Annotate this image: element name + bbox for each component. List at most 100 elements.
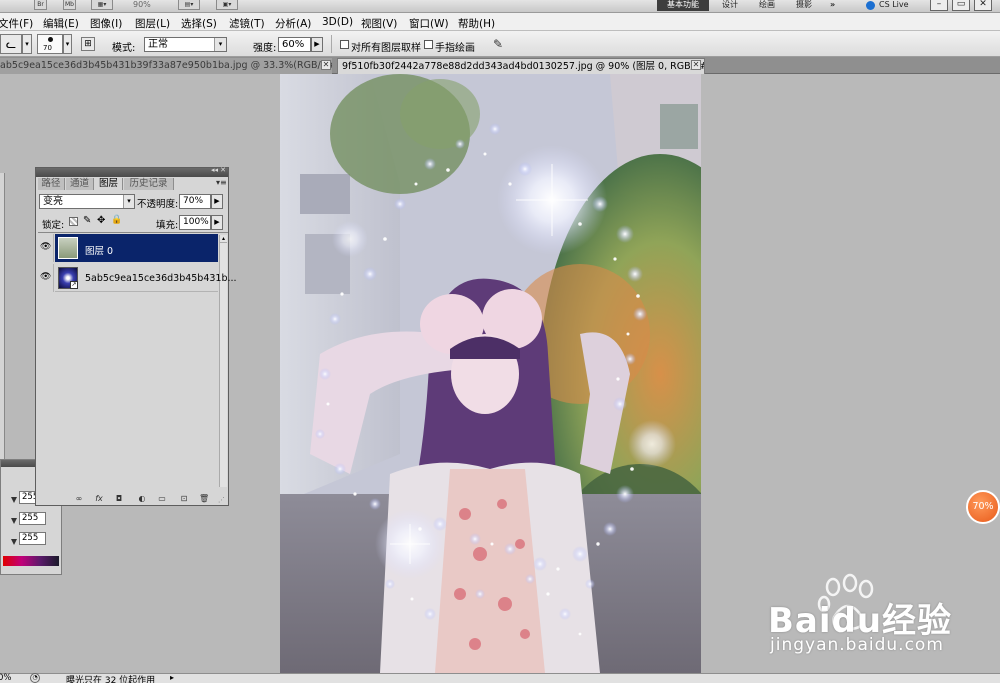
color-ramp[interactable]: [3, 556, 59, 566]
blend-mode-chevron-down-icon[interactable]: ▾: [123, 195, 134, 208]
delete-layer-trash-icon[interactable]: 🗑: [199, 494, 209, 503]
green-value-field[interactable]: 255: [19, 512, 46, 525]
smudge-tool-icon[interactable]: ᓚ: [0, 34, 22, 54]
close-panel-icon[interactable]: ✕: [220, 166, 226, 174]
status-message: 曝光只在 32 位起作用: [66, 676, 156, 683]
fill-slider-arrow-icon[interactable]: ▶: [211, 215, 223, 230]
more-workspaces-chevron-icon[interactable]: »: [830, 0, 835, 10]
layer-style-fx-icon[interactable]: fx: [94, 494, 104, 503]
brush-chevron-down-icon[interactable]: ▾: [63, 34, 72, 54]
bridge-icon[interactable]: Br: [34, 0, 47, 10]
lock-all-icon[interactable]: 🔒: [111, 215, 122, 225]
fill-field[interactable]: 100%: [179, 215, 211, 230]
eye-icon: 👁: [40, 272, 52, 282]
new-group-folder-icon[interactable]: ▭: [157, 494, 167, 503]
status-arrow-icon[interactable]: ▸: [170, 673, 174, 682]
layer-1-name[interactable]: 图层 0: [85, 243, 113, 257]
strength-slider-arrow-icon[interactable]: ▶: [311, 37, 323, 52]
tab-layers[interactable]: 图层: [95, 178, 123, 190]
workspace-painting[interactable]: 绘画: [759, 0, 775, 10]
lock-transparency-icon[interactable]: [69, 217, 78, 226]
blue-slider-handle[interactable]: [11, 539, 17, 545]
menu-file[interactable]: 文件(F): [0, 16, 33, 31]
tool-preset-chevron-down-icon[interactable]: ▾: [22, 34, 32, 54]
tool-options-bar: ᓚ ▾ 70 ▾ ⊞ 模式: 正常 ▾ 强度: 60% ▶ 对所有图层取样 手指…: [0, 31, 1000, 57]
pressure-pen-icon[interactable]: ✎: [493, 37, 508, 52]
menu-help[interactable]: 帮助(H): [458, 16, 495, 31]
layer-1-visibility[interactable]: 👁: [38, 234, 54, 262]
tab-channels[interactable]: 通道: [66, 178, 94, 190]
minimize-icon[interactable]: –: [930, 0, 948, 11]
menu-filter[interactable]: 滤镜(T): [229, 16, 265, 31]
arrange-documents-icon[interactable]: ▤▾: [178, 0, 200, 10]
workspace-design[interactable]: 设计: [722, 0, 738, 10]
progress-badge[interactable]: 70%: [966, 490, 1000, 524]
link-layers-icon[interactable]: ∞: [74, 494, 84, 503]
new-layer-icon[interactable]: ⊡: [179, 494, 189, 503]
menu-image[interactable]: 图像(I): [90, 16, 122, 31]
collapse-panel-icon[interactable]: ◂◂: [211, 166, 218, 174]
tab-document-1[interactable]: 5ab5c9ea15ce36d3b45b431b39f33a87e950b1ba…: [0, 58, 332, 74]
workspace-photography[interactable]: 摄影: [796, 0, 812, 10]
screen-mode-icon[interactable]: ▣▾: [216, 0, 238, 10]
add-mask-icon[interactable]: ◘: [114, 494, 124, 503]
brush-tip-icon: [48, 37, 53, 42]
opacity-field[interactable]: 70%: [179, 194, 211, 209]
lock-pixels-brush-icon[interactable]: ✎: [83, 215, 91, 226]
menu-bar: 文件(F) 编辑(E) 图像(I) 图层(L) 选择(S) 滤镜(T) 分析(A…: [0, 13, 1000, 31]
opacity-slider-arrow-icon[interactable]: ▶: [211, 194, 223, 209]
strength-field[interactable]: 60%: [278, 37, 311, 52]
menu-analysis[interactable]: 分析(A): [275, 16, 311, 31]
adjustment-layer-icon[interactable]: ◐: [137, 494, 147, 503]
resize-grip-icon[interactable]: ⋰: [218, 496, 225, 504]
blend-mode-value: 变亮: [43, 196, 63, 207]
panel-menu-icon[interactable]: ▾≡: [216, 178, 227, 187]
menu-edit[interactable]: 编辑(E): [43, 16, 79, 31]
zoom-level-display[interactable]: 90%: [133, 0, 151, 9]
tab-document-2[interactable]: 9f510fb30f2442a778e88d2dd343ad4bd0130257…: [337, 58, 705, 74]
red-slider-handle[interactable]: [11, 497, 17, 503]
opacity-label: 不透明度:: [137, 199, 179, 210]
brush-size-value: 70: [43, 44, 52, 52]
layer-2-name[interactable]: 5ab5c9ea15ce36d3b45b431b...: [85, 273, 237, 284]
app-top-strip: Br Mb ▦▾ 90% ▤▾ ▣▾ 基本功能 设计 绘画 摄影 » CS Li…: [0, 0, 1000, 13]
status-bar: 0% ◔ 曝光只在 32 位起作用 ▸: [0, 673, 1000, 683]
menu-layer[interactable]: 图层(L): [135, 16, 170, 31]
menu-select[interactable]: 选择(S): [181, 16, 217, 31]
menu-3d[interactable]: 3D(D): [322, 16, 353, 28]
layer-row[interactable]: ↗ 5ab5c9ea15ce36d3b45b431b...: [55, 264, 237, 292]
green-slider-handle[interactable]: [11, 518, 17, 524]
tab-document-1-close-icon[interactable]: ✕: [321, 60, 331, 70]
blue-value-field[interactable]: 255: [19, 532, 46, 545]
tab-history[interactable]: 历史记录: [124, 178, 174, 190]
close-icon[interactable]: ✕: [974, 0, 992, 11]
status-zoom[interactable]: 0%: [0, 673, 12, 683]
minibridge-icon[interactable]: Mb: [63, 0, 76, 10]
menu-window[interactable]: 窗口(W): [409, 16, 449, 31]
tools-panel-edge: [0, 173, 5, 459]
view-extras-icon[interactable]: ▦▾: [91, 0, 113, 10]
layer-row-selected[interactable]: 图层 0: [55, 234, 218, 262]
layers-panel-header[interactable]: ◂◂ ✕: [36, 166, 228, 177]
lock-position-move-icon[interactable]: ✥: [97, 215, 105, 226]
workspace-essentials-button[interactable]: 基本功能: [657, 0, 709, 11]
document-image[interactable]: [280, 74, 701, 673]
cs-live-menu[interactable]: CS Live: [879, 0, 909, 10]
layer-2-visibility[interactable]: 👁: [38, 264, 54, 292]
document-tab-bar: 5ab5c9ea15ce36d3b45b431b39f33a87e950b1ba…: [0, 57, 1000, 74]
sample-all-layers-checkbox[interactable]: [340, 40, 349, 49]
mode-select[interactable]: 正常 ▾: [144, 37, 227, 52]
menu-view[interactable]: 视图(V): [361, 16, 397, 31]
status-info-icon[interactable]: ◔: [30, 673, 40, 683]
divider: [331, 35, 332, 53]
brush-panel-toggle-icon[interactable]: ⊞: [81, 37, 95, 51]
tab-paths[interactable]: 路径: [38, 178, 65, 190]
blend-mode-select[interactable]: 变亮 ▾: [39, 194, 135, 209]
mode-label: 模式:: [112, 43, 136, 54]
finger-painting-checkbox[interactable]: [424, 40, 433, 49]
tab-document-2-close-icon[interactable]: ✕: [691, 60, 701, 70]
baidu-watermark: Baidu经验 jingyan.baidu.com: [756, 573, 996, 663]
brush-preset-picker[interactable]: 70: [37, 34, 63, 54]
restore-icon[interactable]: ▭: [952, 0, 970, 11]
mode-chevron-down-icon[interactable]: ▾: [214, 38, 226, 51]
